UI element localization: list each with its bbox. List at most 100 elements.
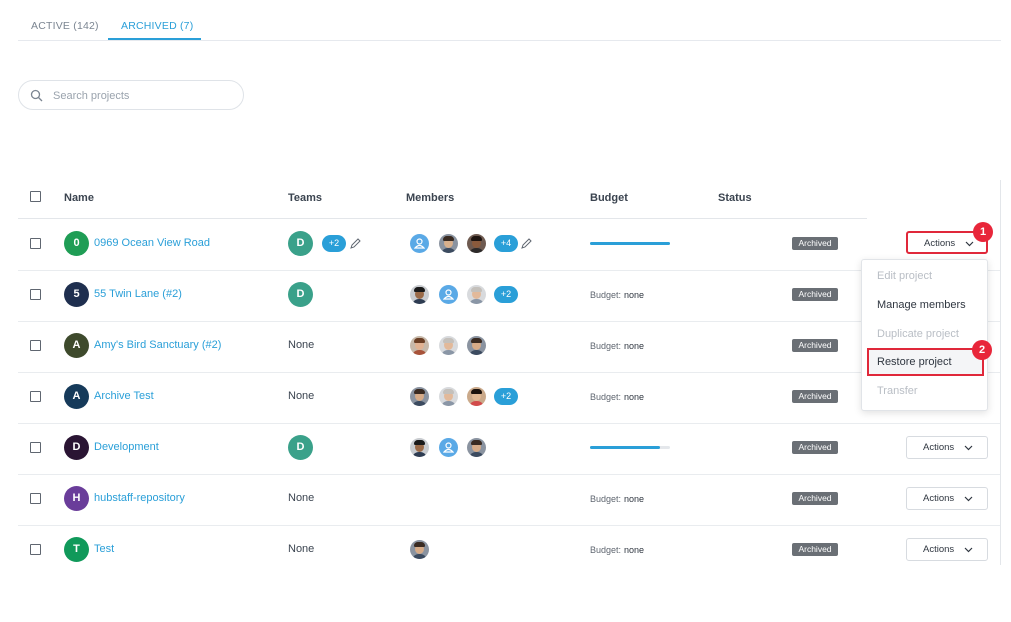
project-name-link[interactable]: hubstaff-repository — [94, 492, 185, 504]
member-avatar — [467, 234, 486, 253]
actions-label: Actions — [924, 238, 956, 249]
status-badge: Archived — [792, 390, 838, 403]
member-avatar — [439, 234, 458, 253]
chevron-down-icon — [964, 445, 973, 451]
project-name-link[interactable]: 0969 Ocean View Road — [94, 237, 210, 249]
project-name-link[interactable]: Test — [94, 543, 114, 555]
actions-dropdown-button[interactable]: Actions — [906, 436, 988, 459]
member-avatar — [467, 336, 486, 355]
budget-text: Budget: none — [590, 290, 645, 300]
row-checkbox[interactable] — [30, 340, 41, 351]
member-placeholder-icon — [439, 438, 458, 457]
project-name-link[interactable]: 55 Twin Lane (#2) — [94, 288, 182, 300]
status-badge: Archived — [792, 237, 838, 250]
row-checkbox[interactable] — [30, 238, 41, 249]
chevron-down-icon — [964, 496, 973, 502]
status-badge: Archived — [792, 543, 838, 556]
menu-item-transfer: Transfer — [877, 385, 918, 397]
member-avatar — [410, 285, 429, 304]
edit-members-pencil-icon[interactable] — [521, 238, 532, 249]
member-placeholder-icon — [410, 234, 429, 253]
chevron-down-icon — [965, 241, 974, 247]
status-badge: Archived — [792, 492, 838, 505]
menu-item-edit-project: Edit project — [877, 270, 933, 282]
column-header-status: Status — [718, 192, 752, 204]
project-avatar: A — [64, 333, 89, 358]
row-checkbox[interactable] — [30, 442, 41, 453]
member-avatar — [467, 438, 486, 457]
active-tab-indicator — [108, 38, 201, 40]
actions-label: Actions — [923, 493, 955, 504]
team-avatar: D — [288, 231, 313, 256]
project-avatar: 0 — [64, 231, 89, 256]
team-avatar: D — [288, 282, 313, 307]
menu-item-restore-project[interactable]: Restore project — [867, 348, 984, 376]
budget-value: none — [624, 392, 645, 402]
project-avatar: 5 — [64, 282, 89, 307]
teams-none: None — [288, 339, 315, 351]
actions-label: Actions — [923, 544, 955, 555]
project-name-link[interactable]: Development — [94, 441, 159, 453]
project-name-link[interactable]: Archive Test — [94, 390, 154, 402]
budget-progress-fill — [590, 242, 670, 245]
table-row — [18, 525, 1000, 576]
teams-none: None — [288, 543, 315, 555]
budget-text: Budget: none — [590, 545, 645, 555]
budget-value: none — [624, 290, 645, 300]
member-avatar — [467, 387, 486, 406]
menu-item-duplicate-project: Duplicate project — [877, 328, 959, 340]
project-avatar: D — [64, 435, 89, 460]
budget-progress-bar — [590, 446, 670, 449]
step-badge: 2 — [972, 340, 992, 360]
budget-text: Budget: none — [590, 341, 645, 351]
budget-text: Budget: none — [590, 494, 645, 504]
menu-item-manage-members[interactable]: Manage members — [877, 299, 966, 311]
project-avatar: A — [64, 384, 89, 409]
member-avatar — [439, 336, 458, 355]
column-header-members: Members — [406, 192, 455, 204]
project-name-link[interactable]: Amy's Bird Sanctuary (#2) — [94, 339, 221, 351]
teams-none: None — [288, 390, 315, 402]
status-badge: Archived — [792, 339, 838, 352]
budget-value: none — [624, 494, 645, 504]
search-input[interactable] — [51, 86, 235, 106]
member-avatar — [410, 387, 429, 406]
members-more-badge[interactable]: +4 — [494, 235, 518, 252]
actions-menu: Edit project Manage members Duplicate pr… — [861, 259, 988, 411]
step-badge: 1 — [973, 222, 993, 242]
row-checkbox[interactable] — [30, 391, 41, 402]
actions-dropdown-button[interactable]: Actions — [906, 538, 988, 561]
tab-archived[interactable]: ARCHIVED (7) — [121, 20, 193, 32]
column-header-name[interactable]: Name — [64, 192, 94, 204]
row-checkbox[interactable] — [30, 493, 41, 504]
budget-value: none — [624, 341, 645, 351]
select-all-checkbox[interactable] — [30, 191, 41, 202]
members-more-badge[interactable]: +2 — [494, 286, 518, 303]
restore-project-label: Restore project — [877, 356, 952, 368]
tab-active[interactable]: ACTIVE (142) — [31, 20, 99, 32]
column-header-budget: Budget — [590, 192, 628, 204]
status-badge: Archived — [792, 441, 838, 454]
project-avatar: T — [64, 537, 89, 562]
member-avatar — [410, 336, 429, 355]
budget-progress-fill — [590, 446, 660, 449]
members-more-badge[interactable]: +2 — [494, 388, 518, 405]
edit-teams-pencil-icon[interactable] — [350, 238, 361, 249]
search-icon — [30, 89, 43, 102]
table-row — [18, 423, 1000, 475]
project-tabs: ACTIVE (142) ARCHIVED (7) — [18, 10, 1001, 41]
member-avatar — [439, 387, 458, 406]
member-placeholder-icon — [439, 285, 458, 304]
status-badge: Archived — [792, 288, 838, 301]
column-header-teams: Teams — [288, 192, 323, 204]
budget-value: none — [624, 545, 645, 555]
row-checkbox[interactable] — [30, 289, 41, 300]
actions-dropdown-button[interactable]: Actions — [906, 487, 988, 510]
table-right-border — [1000, 180, 1001, 565]
row-checkbox[interactable] — [30, 544, 41, 555]
member-avatar — [467, 285, 486, 304]
member-avatar — [410, 540, 429, 559]
teams-none: None — [288, 492, 315, 504]
project-avatar: H — [64, 486, 89, 511]
teams-more-badge[interactable]: +2 — [322, 235, 346, 252]
